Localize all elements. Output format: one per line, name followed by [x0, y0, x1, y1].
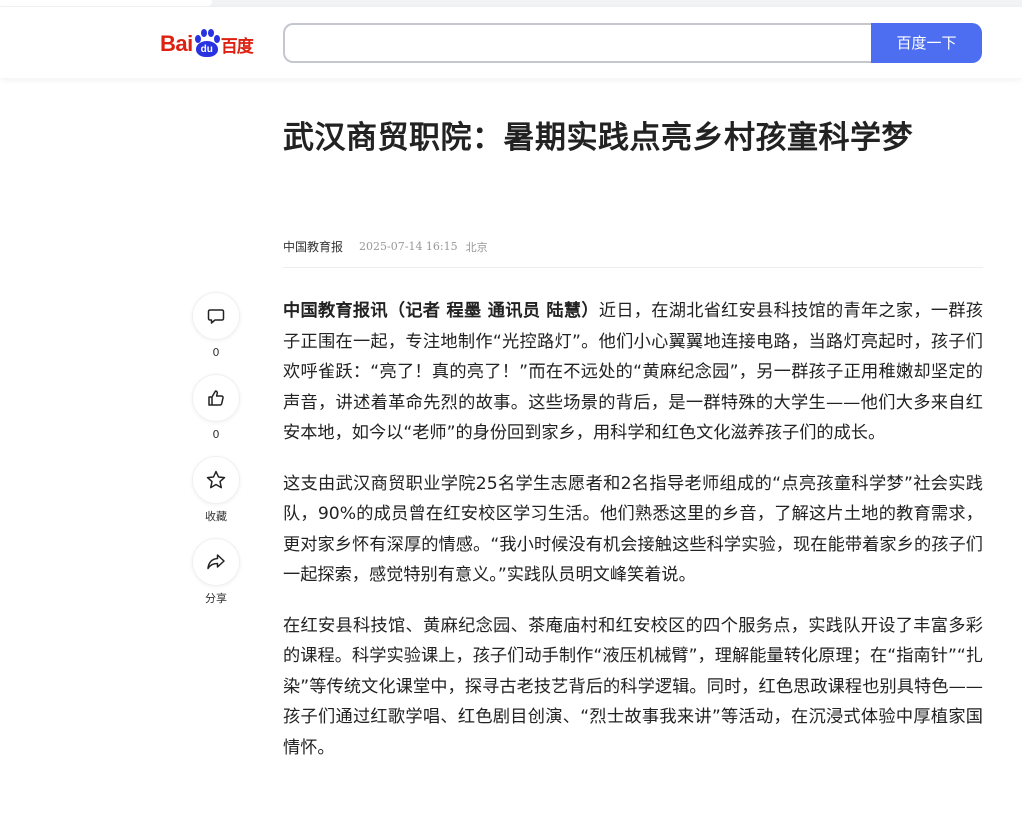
comment-button[interactable]: [192, 292, 240, 340]
favorite-action[interactable]: 收藏: [190, 456, 242, 538]
share-label: 分享: [205, 592, 227, 605]
logo-text-du: du: [195, 41, 218, 57]
meta-divider: [283, 267, 983, 268]
favorite-button[interactable]: [192, 456, 240, 504]
search-bar: 百度一下: [283, 23, 982, 63]
article-paragraph: 中国教育报讯（记者 程墨 通讯员 陆慧）近日，在湖北省红安县科技馆的青年之家，一…: [283, 296, 983, 449]
article-body: 中国教育报讯（记者 程墨 通讯员 陆慧）近日，在湖北省红安县科技馆的青年之家，一…: [283, 296, 983, 783]
article-paragraph: 在红安县科技馆、黄麻纪念园、茶庵庙村和红安校区的四个服务点，实践队开设了丰富多彩…: [283, 615, 983, 758]
thumbs-up-icon: [208, 390, 224, 406]
logo-text-cn: 百度: [220, 36, 254, 57]
article-meta: 中国教育报 2025-07-14 16:15 北京: [283, 238, 488, 255]
browser-tab-strip: [0, 0, 1022, 7]
share-action[interactable]: 分享: [190, 538, 242, 620]
like-button[interactable]: [192, 374, 240, 422]
star-icon: [206, 470, 226, 489]
action-sidebar: 0 0 收藏 分享: [190, 292, 242, 620]
search-button[interactable]: 百度一下: [871, 23, 982, 63]
search-input[interactable]: [283, 23, 896, 63]
like-action[interactable]: 0: [190, 374, 242, 456]
favorite-label: 收藏: [205, 510, 227, 523]
site-header: Bai du 百度 百度一下: [0, 7, 1022, 78]
comment-icon: [207, 309, 225, 324]
paw-icon: du: [194, 29, 220, 59]
paragraph-text: 近日，在湖北省红安县科技馆的青年之家，一群孩子正围在一起，专注地制作“光控路灯”…: [283, 301, 983, 443]
browser-tab[interactable]: [0, 0, 212, 6]
logo-text-bai: Bai: [160, 31, 193, 56]
share-icon: [207, 554, 225, 570]
article-source[interactable]: 中国教育报: [283, 238, 343, 255]
article-lead: 中国教育报讯（记者 程墨 通讯员 陆慧）: [283, 301, 599, 321]
article-time: 2025-07-14 16:15: [359, 240, 458, 253]
comment-action[interactable]: 0: [190, 292, 242, 374]
baidu-logo[interactable]: Bai du 百度: [160, 25, 266, 63]
share-button[interactable]: [192, 538, 240, 586]
like-count: 0: [212, 428, 220, 441]
article-location: 北京: [465, 240, 488, 254]
article-paragraph: 这支由武汉商贸职业学院25名学生志愿者和2名指导老师组成的“点亮孩童科学梦”社会…: [283, 473, 983, 586]
comment-count: 0: [212, 346, 220, 359]
article-title: 武汉商贸职院：暑期实践点亮乡村孩童科学梦: [283, 120, 913, 156]
